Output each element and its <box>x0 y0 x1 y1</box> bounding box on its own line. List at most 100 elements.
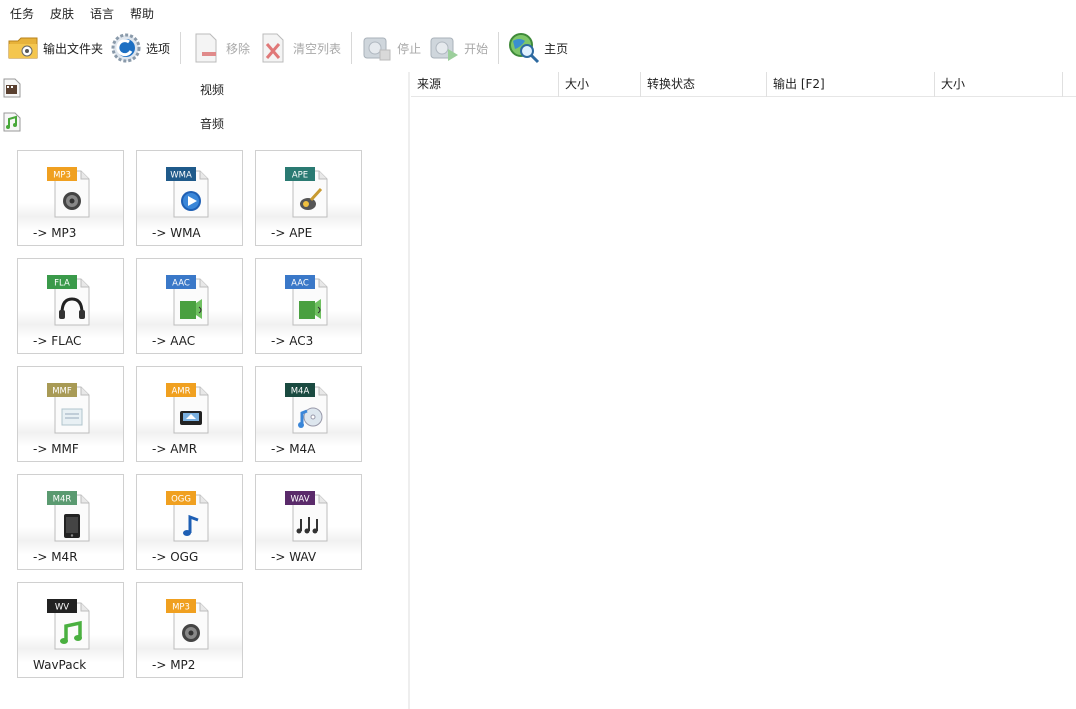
audio-file-icon: MP3 <box>47 163 97 218</box>
audio-file-icon: WMA <box>166 163 216 218</box>
menu-language[interactable]: 语言 <box>90 5 114 22</box>
globe-search-icon <box>507 31 541 65</box>
format-tile[interactable]: APE -> APE <box>255 150 362 246</box>
category-audio[interactable]: 音频 <box>0 106 408 140</box>
column-output-size[interactable]: 大小 <box>935 72 1063 97</box>
format-tile[interactable]: OGG -> OGG <box>136 474 243 570</box>
format-badge: WV <box>55 603 69 613</box>
format-badge: AMR <box>171 387 190 397</box>
format-tile[interactable]: MP3 -> MP3 <box>17 150 124 246</box>
category-video[interactable]: 视频 <box>0 72 408 106</box>
toolbar-separator <box>180 32 182 64</box>
film-icon <box>2 77 24 99</box>
home-button[interactable]: 主页 <box>507 29 568 67</box>
format-tile-label: -> M4R <box>33 550 78 564</box>
format-badge: MP3 <box>53 171 71 181</box>
format-tile-label: -> WMA <box>152 226 201 240</box>
format-badge: MMF <box>52 387 72 397</box>
options-button[interactable]: 选项 <box>109 29 170 67</box>
format-badge: AAC <box>172 279 190 289</box>
format-tile-label: -> WAV <box>271 550 317 564</box>
remove-button[interactable]: 移除 <box>189 29 250 67</box>
format-badge: AAC <box>291 279 309 289</box>
format-badge: M4R <box>53 495 72 505</box>
format-tile-label: -> MP3 <box>33 226 77 240</box>
format-tile-label: -> MMF <box>33 442 79 456</box>
format-tile[interactable]: MP3 -> MP2 <box>136 582 243 678</box>
start-button[interactable]: 开始 <box>427 29 488 67</box>
format-tile[interactable]: WV WavPack <box>17 582 124 678</box>
format-badge: WMA <box>170 171 192 181</box>
format-tile-label: -> FLAC <box>33 334 82 348</box>
format-tile-label: -> AC3 <box>271 334 314 348</box>
menu-skin[interactable]: 皮肤 <box>50 5 74 22</box>
audio-file-icon: AAC <box>285 271 335 326</box>
remove-doc-icon <box>189 31 223 65</box>
format-tile[interactable]: AAC -> AC3 <box>255 258 362 354</box>
format-tile-label: -> APE <box>271 226 313 240</box>
audio-file-icon: AMR <box>166 379 216 434</box>
category-audio-label: 音频 <box>200 117 225 131</box>
format-panel: 视频 音频 MP3 -> MP3 WMA -> WMA APE -> APE FLA -> F… <box>0 72 408 709</box>
home-label: 主页 <box>544 41 569 56</box>
format-tile[interactable]: WAV -> WAV <box>255 474 362 570</box>
audio-file-icon: APE <box>285 163 335 218</box>
stop-icon <box>360 31 394 65</box>
format-tile-label: -> M4A <box>271 442 316 456</box>
file-table-header: 来源 大小 转换状态 输出 [F2] 大小 <box>411 72 1076 97</box>
column-status[interactable]: 转换状态 <box>641 72 767 97</box>
audio-file-icon: WV <box>47 595 97 650</box>
start-icon <box>427 31 461 65</box>
panel-divider[interactable] <box>408 72 410 709</box>
options-label: 选项 <box>146 41 171 56</box>
remove-label: 移除 <box>226 41 251 56</box>
category-video-label: 视频 <box>200 83 225 97</box>
column-output[interactable]: 输出 [F2] <box>767 72 935 97</box>
audio-file-icon: WAV <box>285 487 335 542</box>
format-tile-label: -> OGG <box>152 550 199 564</box>
format-tile-label: -> AMR <box>152 442 198 456</box>
audio-file-icon: M4R <box>47 487 97 542</box>
folder-icon <box>6 31 40 65</box>
audio-file-icon: MP3 <box>166 595 216 650</box>
toolbar-separator <box>351 32 353 64</box>
format-tile-label: -> MP2 <box>152 658 196 672</box>
format-badge: APE <box>292 171 308 181</box>
format-tile[interactable]: AAC -> AAC <box>136 258 243 354</box>
start-label: 开始 <box>464 41 489 56</box>
audio-file-icon: FLA <box>47 271 97 326</box>
audio-file-icon: MMF <box>47 379 97 434</box>
format-badge: OGG <box>171 495 191 505</box>
clear-list-label: 清空列表 <box>293 41 342 56</box>
menu-task[interactable]: 任务 <box>10 5 34 22</box>
stop-button[interactable]: 停止 <box>360 29 421 67</box>
format-tile[interactable]: WMA -> WMA <box>136 150 243 246</box>
column-source[interactable]: 来源 <box>411 72 559 97</box>
format-badge: M4A <box>291 387 310 397</box>
gear-icon <box>109 31 143 65</box>
format-tile[interactable]: M4A -> M4A <box>255 366 362 462</box>
format-tile[interactable]: AMR -> AMR <box>136 366 243 462</box>
audio-file-icon: M4A <box>285 379 335 434</box>
output-folder-button[interactable]: 输出文件夹 <box>6 29 103 67</box>
toolbar-separator <box>498 32 500 64</box>
audio-file-icon: AAC <box>166 271 216 326</box>
format-badge: WAV <box>290 495 309 505</box>
stop-label: 停止 <box>397 41 422 56</box>
format-tile[interactable]: MMF -> MMF <box>17 366 124 462</box>
format-badge: FLA <box>54 279 70 289</box>
menu-help[interactable]: 帮助 <box>130 5 154 22</box>
menu-bar: 任务 皮肤 语言 帮助 <box>0 0 1076 26</box>
format-tile-label: -> AAC <box>152 334 196 348</box>
audio-file-icon: OGG <box>166 487 216 542</box>
music-note-icon <box>2 111 24 133</box>
clear-doc-icon <box>256 31 290 65</box>
format-tile[interactable]: FLA -> FLAC <box>17 258 124 354</box>
column-size[interactable]: 大小 <box>559 72 641 97</box>
format-tile[interactable]: M4R -> M4R <box>17 474 124 570</box>
format-tile-label: WavPack <box>33 658 87 672</box>
toolbar: 输出文件夹 选项 移除 清空列表 停止 开始 主页 <box>0 27 1076 69</box>
output-folder-label: 输出文件夹 <box>43 41 104 56</box>
clear-list-button[interactable]: 清空列表 <box>256 29 341 67</box>
file-list-panel: 来源 大小 转换状态 输出 [F2] 大小 <box>411 72 1076 709</box>
